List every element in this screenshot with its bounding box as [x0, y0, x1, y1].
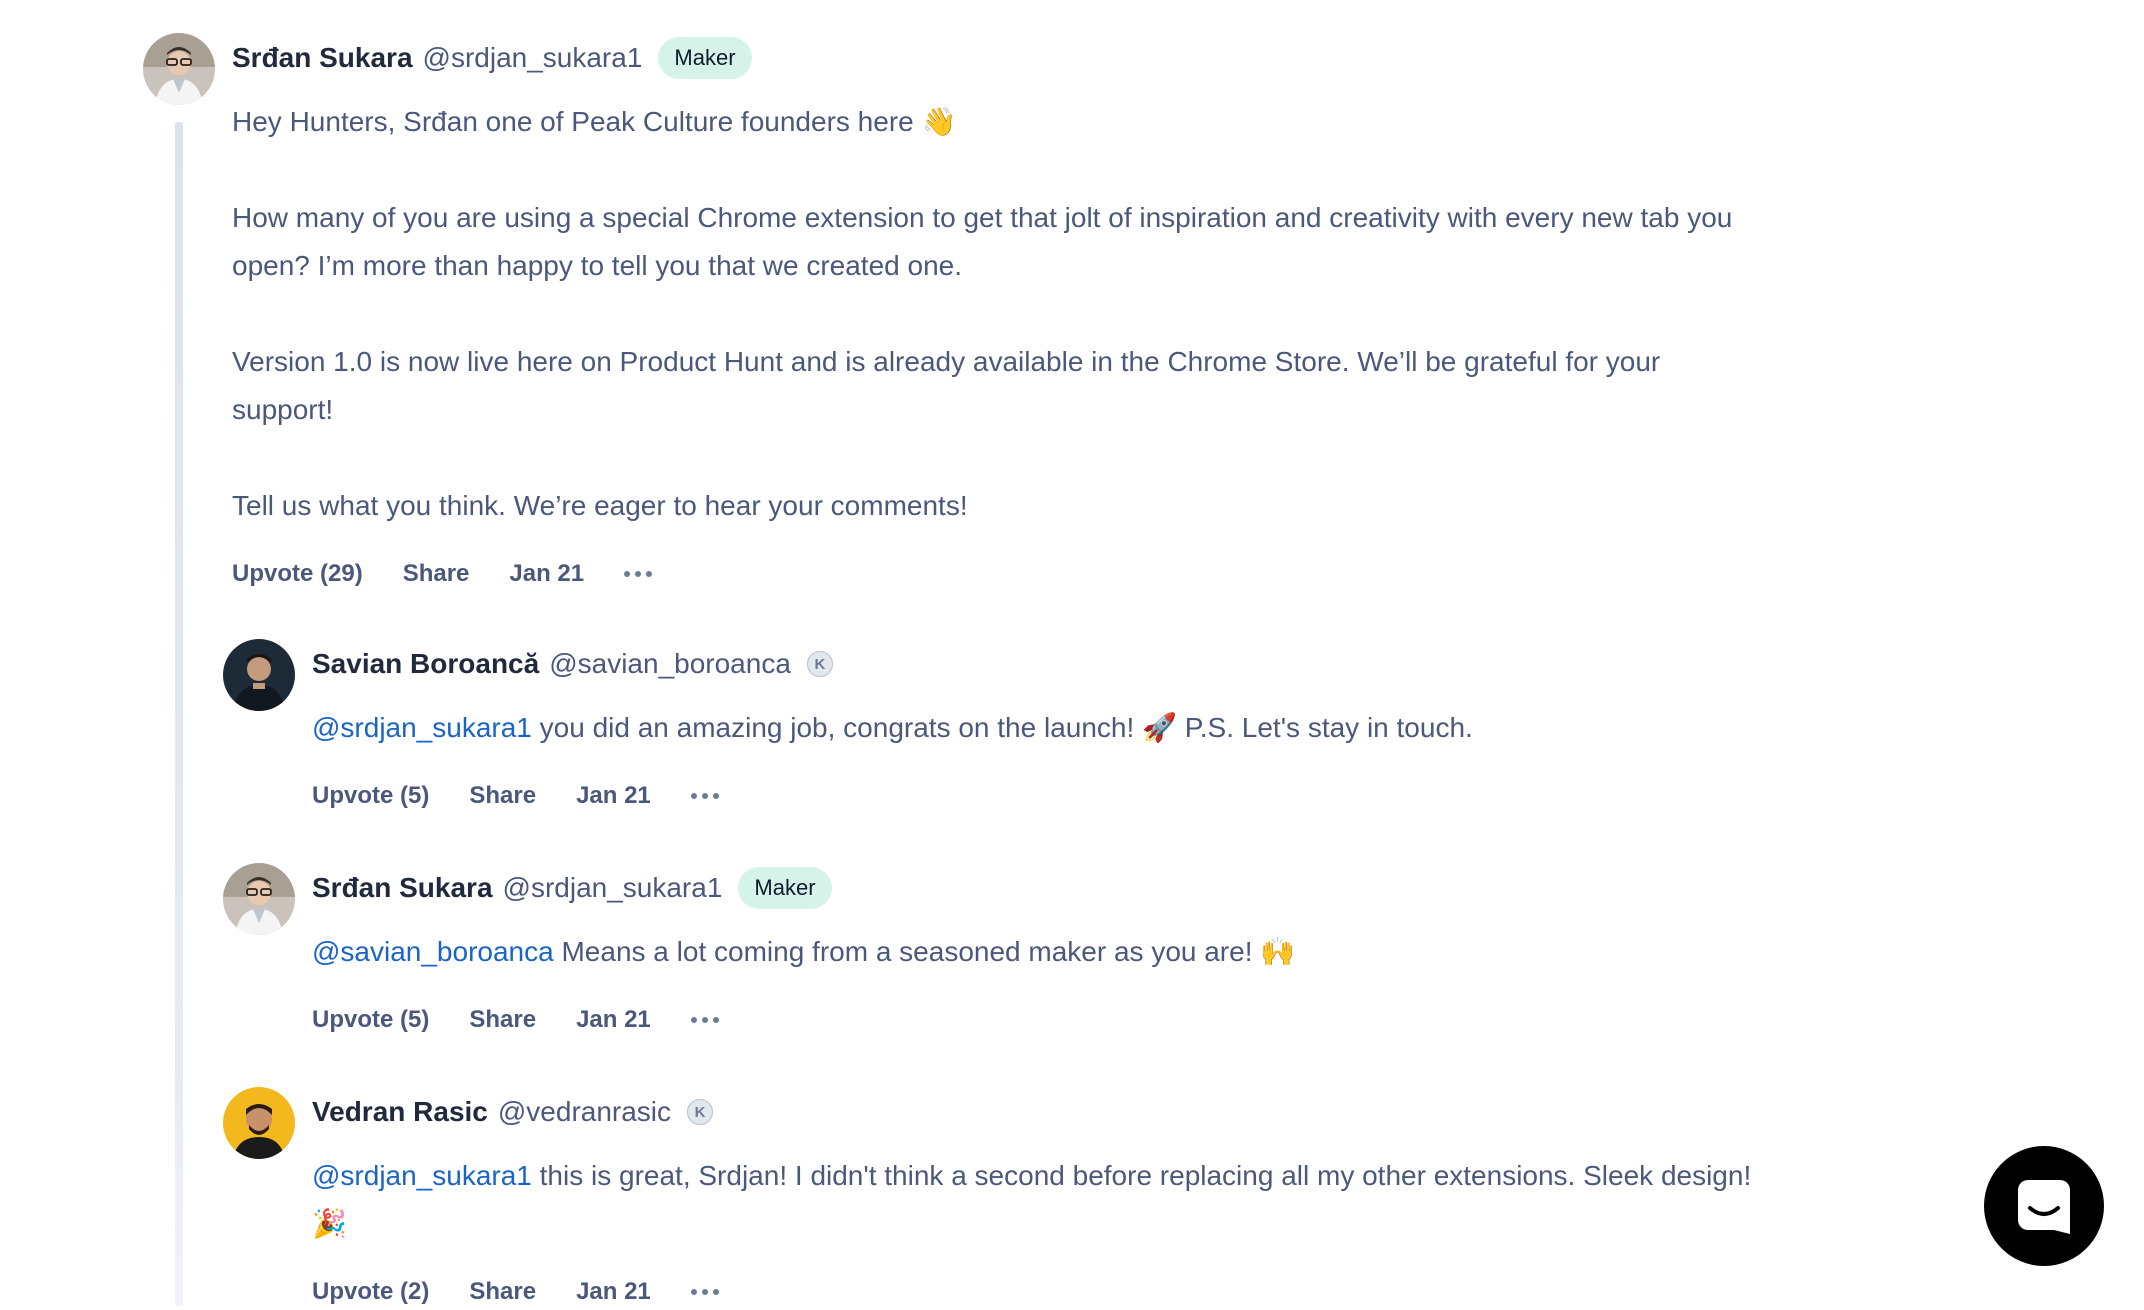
- avatar[interactable]: [223, 863, 295, 935]
- chat-bubble-icon: [2018, 1180, 2070, 1234]
- upvote-count: (5): [400, 782, 430, 809]
- comment-date[interactable]: Jan 21: [576, 782, 651, 810]
- upvote-button[interactable]: Upvote (29): [232, 560, 363, 588]
- comment-text-content: Means a lot coming from a seasoned maker…: [553, 936, 1296, 967]
- avatar[interactable]: [223, 1087, 295, 1159]
- share-button[interactable]: Share: [469, 782, 536, 810]
- maker-badge: Maker: [738, 867, 832, 909]
- thread-line: [175, 122, 183, 1306]
- more-horizontal-icon[interactable]: [690, 786, 719, 806]
- share-button[interactable]: Share: [469, 1006, 536, 1034]
- upvote-count: (2): [400, 1278, 430, 1305]
- more-horizontal-icon[interactable]: [690, 1282, 719, 1302]
- comment-body: @srdjan_sukara1 this is great, Srdjan! I…: [312, 1152, 1752, 1248]
- author-name[interactable]: Vedran Rasic: [312, 1096, 488, 1128]
- comment-text-content: you did an amazing job, congrats on the …: [531, 712, 1473, 743]
- author-handle[interactable]: @srdjan_sukara1: [423, 42, 643, 74]
- maker-badge: Maker: [658, 37, 752, 79]
- karma-badge[interactable]: K: [687, 1099, 714, 1125]
- comment-text: @savian_boroanca Means a lot coming from…: [312, 928, 1832, 976]
- author-name[interactable]: Savian Boroancă: [312, 648, 539, 680]
- comment-text: @srdjan_sukara1 you did an amazing job, …: [312, 704, 1832, 752]
- comment-paragraph: Tell us what you think. We’re eager to h…: [232, 490, 968, 521]
- upvote-count: (29): [320, 560, 363, 587]
- author-handle[interactable]: @vedranrasic: [498, 1096, 671, 1128]
- author-name[interactable]: Srđan Sukara: [232, 42, 413, 74]
- upvote-label: Upvote: [312, 1278, 394, 1305]
- comment-thread: Srđan Sukara @srdjan_sukara1 Maker Hey H…: [0, 0, 2144, 1306]
- upvote-label: Upvote: [232, 560, 314, 587]
- mention-link[interactable]: @srdjan_sukara1: [312, 712, 532, 743]
- more-horizontal-icon[interactable]: [624, 564, 653, 584]
- more-horizontal-icon[interactable]: [690, 1010, 719, 1030]
- upvote-label: Upvote: [312, 782, 394, 809]
- upvote-button[interactable]: Upvote (5): [312, 1006, 429, 1034]
- comment-paragraph: How many of you are using a special Chro…: [232, 202, 1733, 281]
- comment-paragraph: Version 1.0 is now live here on Product …: [232, 346, 1661, 425]
- karma-badge[interactable]: K: [806, 651, 833, 677]
- comment-paragraph: Hey Hunters, Srđan one of Peak Culture f…: [232, 106, 957, 137]
- comment-date[interactable]: Jan 21: [576, 1006, 651, 1034]
- comment-text: @srdjan_sukara1 this is great, Srdjan! I…: [312, 1152, 1752, 1248]
- mention-link[interactable]: @srdjan_sukara1: [312, 1160, 532, 1191]
- upvote-label: Upvote: [312, 1006, 394, 1033]
- comment-body: @srdjan_sukara1 you did an amazing job, …: [312, 704, 1832, 752]
- chat-button[interactable]: [1984, 1146, 2104, 1266]
- comment-body: Hey Hunters, Srđan one of Peak Culture f…: [232, 98, 1752, 530]
- author-handle[interactable]: @srdjan_sukara1: [503, 872, 723, 904]
- avatar[interactable]: [143, 33, 215, 105]
- upvote-button[interactable]: Upvote (5): [312, 782, 429, 810]
- comment-body: @savian_boroanca Means a lot coming from…: [312, 928, 1832, 976]
- share-button[interactable]: Share: [403, 560, 470, 588]
- avatar[interactable]: [223, 639, 295, 711]
- upvote-button[interactable]: Upvote (2): [312, 1278, 429, 1306]
- mention-link[interactable]: @savian_boroanca: [312, 936, 554, 967]
- comment-date[interactable]: Jan 21: [509, 560, 584, 588]
- comment-date[interactable]: Jan 21: [576, 1278, 651, 1306]
- author-handle[interactable]: @savian_boroanca: [549, 648, 791, 680]
- upvote-count: (5): [400, 1006, 430, 1033]
- share-button[interactable]: Share: [469, 1278, 536, 1306]
- author-name[interactable]: Srđan Sukara: [312, 872, 493, 904]
